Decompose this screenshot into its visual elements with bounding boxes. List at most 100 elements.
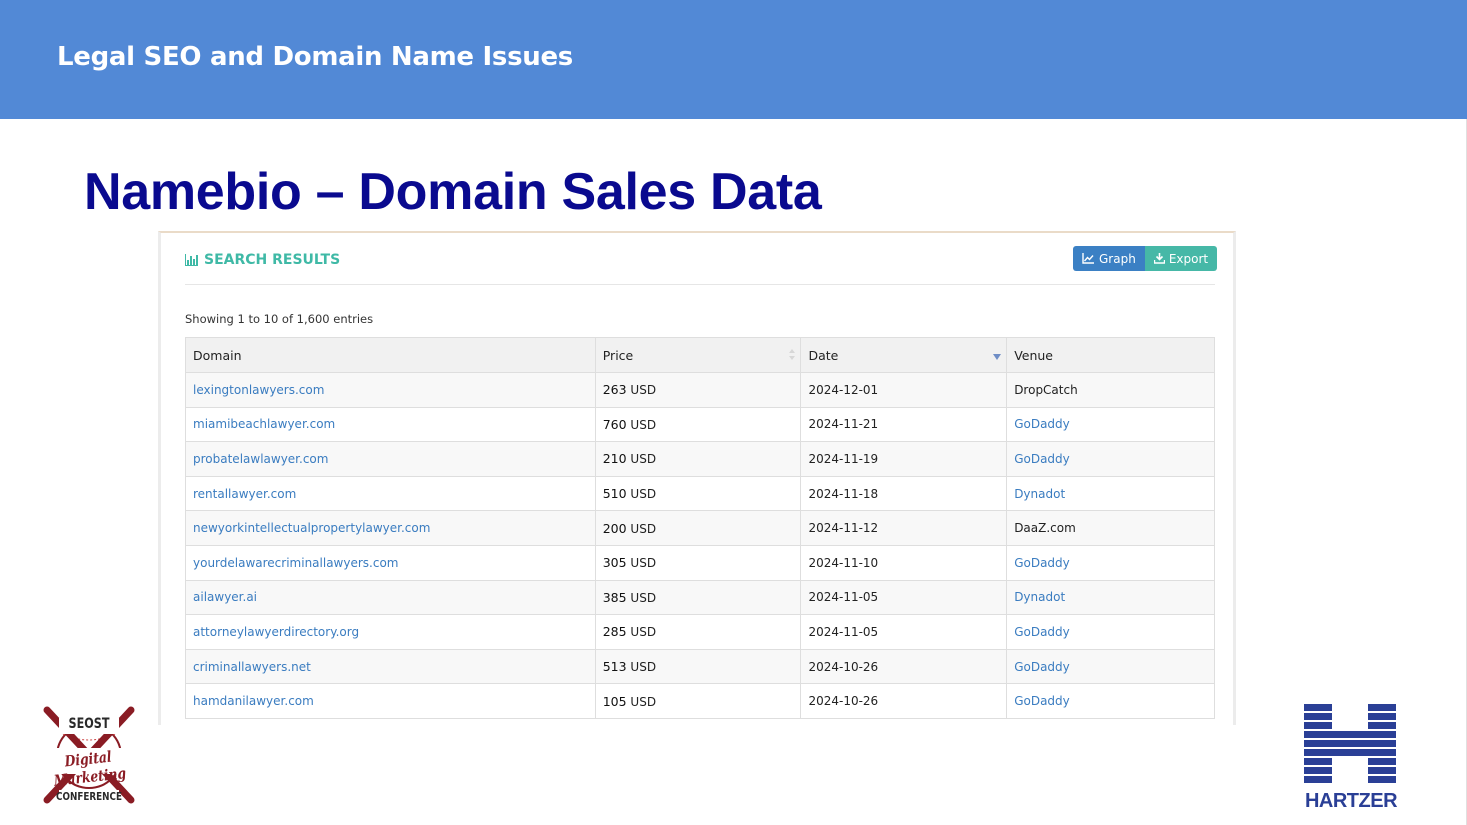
sort-both-icon: [789, 349, 796, 361]
domain-link[interactable]: criminallawyers.net: [185, 648, 596, 685]
column-header-label: Domain: [193, 347, 242, 363]
price-cell: 263 USD: [594, 372, 802, 408]
date-cell: 2024-11-05: [800, 614, 1008, 650]
date-cell: 2024-11-21: [800, 406, 1008, 443]
date-cell: 2024-12-01: [800, 372, 1008, 408]
download-icon: [1153, 253, 1165, 264]
venue-link[interactable]: GoDaddy: [1006, 614, 1215, 650]
column-header-label: Venue: [1014, 347, 1053, 363]
price-value: 510: [602, 486, 627, 502]
seost-conference-logo: SEOST Digital Marketing CONFERENCE: [33, 706, 145, 806]
price-currency: USD: [630, 452, 657, 467]
venue-cell: DaaZ.com: [1006, 510, 1215, 546]
column-header-venue[interactable]: Venue: [1006, 337, 1215, 373]
table-row: yourdelawarecriminallawyers.com 305 USD 20…: [185, 544, 1215, 581]
hartzer-wordmark: HARTZER: [1304, 790, 1398, 812]
table-row: rentallawyer.com 510 USD 2024-11-18 Dynadot: [185, 475, 1215, 512]
table-header-row: Domain Price Date Venue: [185, 337, 1215, 373]
date-cell: 2024-11-05: [800, 579, 1008, 616]
price-currency: USD: [630, 694, 657, 709]
panel-divider: [185, 284, 1215, 285]
search-results-label: SEARCH RESULTS: [204, 252, 341, 268]
venue-link[interactable]: Dynadot: [1006, 475, 1215, 512]
action-buttons: Graph Export: [1073, 246, 1218, 271]
price-value: 200: [602, 520, 627, 536]
price-cell: 210 USD: [594, 441, 802, 477]
line-chart-icon: [1082, 253, 1094, 264]
date-cell: 2024-10-26: [800, 683, 1008, 719]
graph-button[interactable]: Graph: [1073, 246, 1145, 271]
date-cell: 2024-11-10: [800, 544, 1008, 581]
table-row: probatelawlawyer.com 210 USD 2024-11-19 GoD…: [185, 441, 1215, 477]
namebio-screenshot: SEARCH RESULTS Graph Export Showing 1 to…: [158, 231, 1236, 725]
table-row: lexingtonlawyers.com 263 USD 2024-12-01 Dro…: [185, 372, 1215, 408]
price-currency: USD: [630, 383, 657, 398]
search-results-heading: SEARCH RESULTS: [185, 248, 340, 272]
table-row: ailawyer.ai 385 USD 2024-11-05 Dynadot: [185, 579, 1215, 616]
domain-link[interactable]: attorneylawyerdirectory.org: [185, 614, 596, 650]
price-value: 305: [602, 555, 627, 571]
price-currency: USD: [630, 625, 657, 640]
table-row: miamibeachlawyer.com 760 USD 2024-11-21 GoD…: [185, 406, 1215, 443]
table-row: newyorkintellectualpropertylawyer.com 200…: [185, 510, 1215, 546]
date-cell: 2024-11-12: [800, 510, 1008, 546]
column-header-price[interactable]: Price: [594, 337, 802, 373]
price-cell: 200 USD: [594, 510, 802, 546]
seost-logo-top: SEOST: [68, 716, 110, 732]
domain-link[interactable]: ailawyer.ai: [185, 579, 596, 616]
bar-chart-icon: [185, 254, 198, 266]
table-row: criminallawyers.net 513 USD 2024-10-26 GoDa…: [185, 648, 1215, 685]
column-header-date[interactable]: Date: [800, 337, 1008, 373]
hartzer-h-mark: [1304, 704, 1396, 783]
export-button[interactable]: Export: [1144, 246, 1218, 271]
venue-link[interactable]: GoDaddy: [1006, 544, 1215, 581]
price-cell: 513 USD: [594, 648, 802, 685]
table-row: attorneylawyerdirectory.org 285 USD 2024-1…: [185, 614, 1215, 650]
venue-link[interactable]: GoDaddy: [1006, 441, 1215, 477]
date-cell: 2024-11-19: [800, 441, 1008, 477]
venue-link[interactable]: GoDaddy: [1006, 683, 1215, 719]
date-cell: 2024-11-18: [800, 475, 1008, 512]
price-value: 385: [602, 589, 627, 605]
domain-link[interactable]: yourdelawarecriminallawyers.com: [185, 544, 596, 581]
price-value: 513: [602, 659, 627, 675]
venue-link[interactable]: GoDaddy: [1006, 648, 1215, 685]
price-cell: 105 USD: [594, 683, 802, 719]
price-value: 263: [602, 382, 627, 398]
domain-link[interactable]: hamdanilawyer.com: [185, 683, 596, 719]
domain-link[interactable]: rentallawyer.com: [185, 475, 596, 512]
entries-info: Showing 1 to 10 of 1,600 entries: [185, 312, 374, 326]
slide-header-bar: Legal SEO and Domain Name Issues: [0, 0, 1467, 119]
price-cell: 305 USD: [594, 544, 802, 581]
price-value: 285: [602, 624, 627, 640]
slide-header-title: Legal SEO and Domain Name Issues: [57, 42, 573, 72]
price-currency: USD: [630, 487, 657, 502]
price-currency: USD: [630, 590, 657, 605]
domain-link[interactable]: lexingtonlawyers.com: [185, 372, 596, 408]
domain-link[interactable]: miamibeachlawyer.com: [185, 406, 596, 443]
export-button-label: Export: [1168, 251, 1209, 266]
venue-link[interactable]: Dynadot: [1006, 579, 1215, 616]
column-header-label: Date: [808, 347, 839, 363]
price-value: 210: [602, 451, 627, 467]
price-value: 105: [602, 693, 627, 709]
date-cell: 2024-10-26: [800, 648, 1008, 685]
domain-link[interactable]: newyorkintellectualpropertylawyer.com: [185, 510, 596, 546]
venue-link[interactable]: GoDaddy: [1006, 406, 1215, 443]
column-header-label: Price: [602, 347, 634, 363]
seost-logo-bottom: CONFERENCE: [56, 790, 122, 803]
price-currency: USD: [630, 660, 657, 675]
price-cell: 510 USD: [594, 475, 802, 512]
price-currency: USD: [630, 556, 657, 571]
table-row: hamdanilawyer.com 105 USD 2024-10-26 GoDadd…: [185, 683, 1215, 719]
graph-button-label: Graph: [1099, 251, 1136, 266]
hartzer-logo: HARTZER: [1302, 704, 1400, 812]
price-currency: USD: [630, 521, 657, 536]
price-cell: 760 USD: [594, 406, 802, 443]
column-header-domain[interactable]: Domain: [185, 337, 596, 373]
sort-descending-icon: [993, 354, 1002, 360]
results-table: Domain Price Date Venue lexingtonlawyers…: [185, 337, 1215, 719]
domain-link[interactable]: probatelawlawyer.com: [185, 441, 596, 477]
slide-title: Namebio – Domain Sales Data: [84, 163, 822, 221]
price-cell: 285 USD: [594, 614, 802, 650]
